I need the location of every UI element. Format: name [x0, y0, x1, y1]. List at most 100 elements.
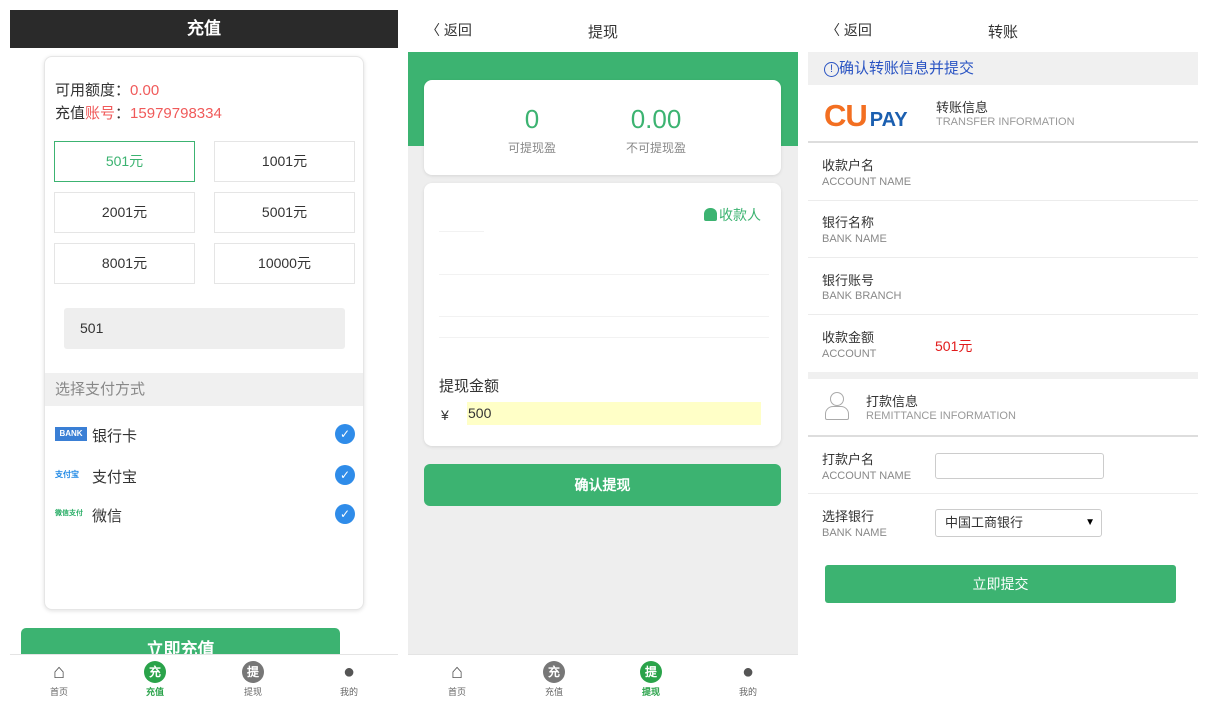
amount-option-5001[interactable]: 5001元 — [214, 192, 355, 233]
divider — [808, 493, 1198, 494]
pay-method-name: 银行卡 — [92, 428, 138, 445]
confirm-withdraw-button[interactable]: 确认提现 — [424, 464, 781, 506]
transfer-nav: 〈 返回 转账 — [808, 0, 1198, 52]
amount-option-8001[interactable]: 8001元 — [54, 243, 195, 284]
amount-option-2001[interactable]: 2001元 — [54, 192, 195, 233]
logo-cu: CU — [824, 98, 868, 133]
payer-name-label: 打款户名 — [822, 452, 875, 467]
payer-name-sublabel: ACCOUNT NAME — [822, 470, 912, 482]
pay-method-name: 微信 — [92, 508, 123, 525]
cupay-logo: CU PAY — [824, 98, 908, 134]
withdrawable-label: 可提现盈 — [507, 141, 556, 155]
withdraw-nav: 〈 返回 提现 — [408, 0, 798, 52]
payee-link[interactable]: 收款人 — [704, 205, 761, 225]
account-value: 15979798334 — [130, 105, 222, 122]
tab-label: 我的 — [339, 687, 358, 697]
tab-mine[interactable]: ● 我的 — [319, 661, 379, 698]
account-label-colon: ： — [115, 105, 131, 122]
account-label-prefix: 充值 — [55, 105, 86, 122]
pay-method-bank[interactable]: BANK 银行卡 ✓ — [55, 423, 355, 447]
non-withdrawable-value: 0.00 — [630, 104, 682, 134]
divider — [439, 231, 484, 232]
tab-label: 首页 — [49, 687, 68, 697]
withdraw-form: 收款人 提现金额 ¥ 500 — [424, 183, 781, 446]
check-icon[interactable]: ✓ — [335, 465, 355, 485]
transfer-info-subtitle: TRANSFER INFORMATION — [936, 116, 1075, 128]
balance-card: 0 可提现盈 0.00 不可提现盈 — [424, 80, 781, 175]
user-icon: ● — [342, 661, 356, 683]
tab-recharge[interactable]: 充 充值 — [125, 661, 185, 698]
divider — [808, 314, 1198, 315]
tab-home[interactable]: ⌂ 首页 — [427, 661, 487, 698]
dropdown-arrow-icon: ▼ — [1085, 517, 1095, 528]
pay-method-wechat[interactable]: 微信支付 微信 ✓ — [55, 503, 355, 527]
payee-label: 收款人 — [719, 207, 761, 223]
withdraw-icon: 提 — [242, 661, 264, 683]
amount-input[interactable]: 501 — [64, 308, 345, 349]
amount-option-10000[interactable]: 10000元 — [214, 243, 355, 284]
wechat-pay-icon: 微信支付 — [55, 510, 83, 517]
section-gap — [808, 372, 1198, 379]
divider — [439, 316, 769, 317]
pay-method-name: 支付宝 — [92, 469, 138, 486]
amount-sublabel: ACCOUNT — [822, 348, 877, 360]
tab-recharge[interactable]: 充 充值 — [524, 661, 584, 698]
bank-name-label: 银行名称 — [822, 215, 875, 230]
tab-bar: ⌂ 首页 充 充值 提 提现 ● 我的 — [10, 654, 398, 710]
home-icon: ⌂ — [450, 661, 464, 683]
user-icon: ● — [741, 661, 755, 683]
amount-value: 501元 — [935, 338, 973, 354]
tab-label: 充值 — [544, 687, 563, 697]
payee-name-label: 收款户名 — [822, 158, 875, 173]
check-icon[interactable]: ✓ — [335, 504, 355, 524]
remit-info-subtitle: REMITTANCE INFORMATION — [866, 410, 1016, 422]
tab-home[interactable]: ⌂ 首页 — [29, 661, 89, 698]
tab-label: 我的 — [738, 687, 757, 697]
bank-account-label: 银行账号 — [822, 273, 875, 288]
withdraw-screen: 〈 返回 提现 0 可提现盈 0.00 不可提现盈 收款人 提现金额 ¥ 500… — [408, 0, 798, 710]
bank-name-sublabel: BANK NAME — [822, 233, 887, 245]
page-title: 充值 — [187, 19, 221, 38]
person-icon — [704, 208, 717, 221]
transfer-screen: 〈 返回 转账 ! 确认转账信息并提交 CU PAY 转账信息 TRANSFER I… — [808, 0, 1198, 710]
withdrawable-value: 0 — [524, 104, 540, 134]
bank-select-value: 中国工商银行 — [945, 515, 1024, 530]
tab-withdraw[interactable]: 提 提现 — [223, 661, 283, 698]
recharge-screen: 充值 可用额度：0.00 充值账号：15979798334 501元 1001元… — [0, 0, 408, 710]
withdrawable-stat: 0 可提现盈 — [472, 104, 592, 156]
available-credit: 可用额度：0.00 — [55, 79, 159, 100]
recharge-icon: 充 — [543, 661, 565, 683]
submit-transfer-button[interactable]: 立即提交 — [825, 565, 1176, 603]
divider — [439, 337, 769, 338]
tab-withdraw[interactable]: 提 提现 — [621, 661, 681, 698]
remit-info-title: 打款信息 — [866, 394, 919, 409]
account-label-red: 账号 — [85, 105, 116, 122]
notice-text: 确认转账信息并提交 — [839, 60, 975, 77]
withdraw-amount-input[interactable]: 500 — [467, 402, 761, 425]
bank-select-label: 选择银行 — [822, 509, 875, 524]
recharge-account: 充值账号：15979798334 — [55, 102, 222, 123]
available-label: 可用额度： — [55, 82, 131, 99]
recharge-header: 充值 — [10, 10, 398, 48]
tab-label: 首页 — [447, 687, 466, 697]
available-value: 0.00 — [130, 82, 160, 99]
tab-mine[interactable]: ● 我的 — [718, 661, 778, 698]
alipay-icon: 支付宝 — [55, 470, 79, 479]
bank-account-sublabel: BANK BRANCH — [822, 290, 902, 302]
payer-name-input[interactable] — [935, 453, 1104, 479]
divider — [808, 141, 1198, 143]
bank-card-icon: BANK — [55, 427, 87, 441]
non-withdrawable-stat: 0.00 不可提现盈 — [596, 104, 716, 156]
check-icon[interactable]: ✓ — [335, 424, 355, 444]
amount-option-1001[interactable]: 1001元 — [214, 141, 355, 182]
bank-select[interactable]: 中国工商银行 ▼ — [935, 509, 1102, 537]
recharge-card: 可用额度：0.00 充值账号：15979798334 501元 1001元 20… — [44, 56, 364, 610]
currency-symbol: ¥ — [441, 407, 449, 423]
divider — [808, 257, 1198, 258]
amount-option-501[interactable]: 501元 — [54, 141, 195, 182]
info-icon: ! — [824, 62, 839, 77]
home-icon: ⌂ — [52, 661, 66, 683]
pay-method-label: 选择支付方式 — [45, 373, 363, 406]
amount-label: 收款金额 — [822, 330, 875, 345]
pay-method-alipay[interactable]: 支付宝 支付宝 ✓ — [55, 464, 355, 488]
